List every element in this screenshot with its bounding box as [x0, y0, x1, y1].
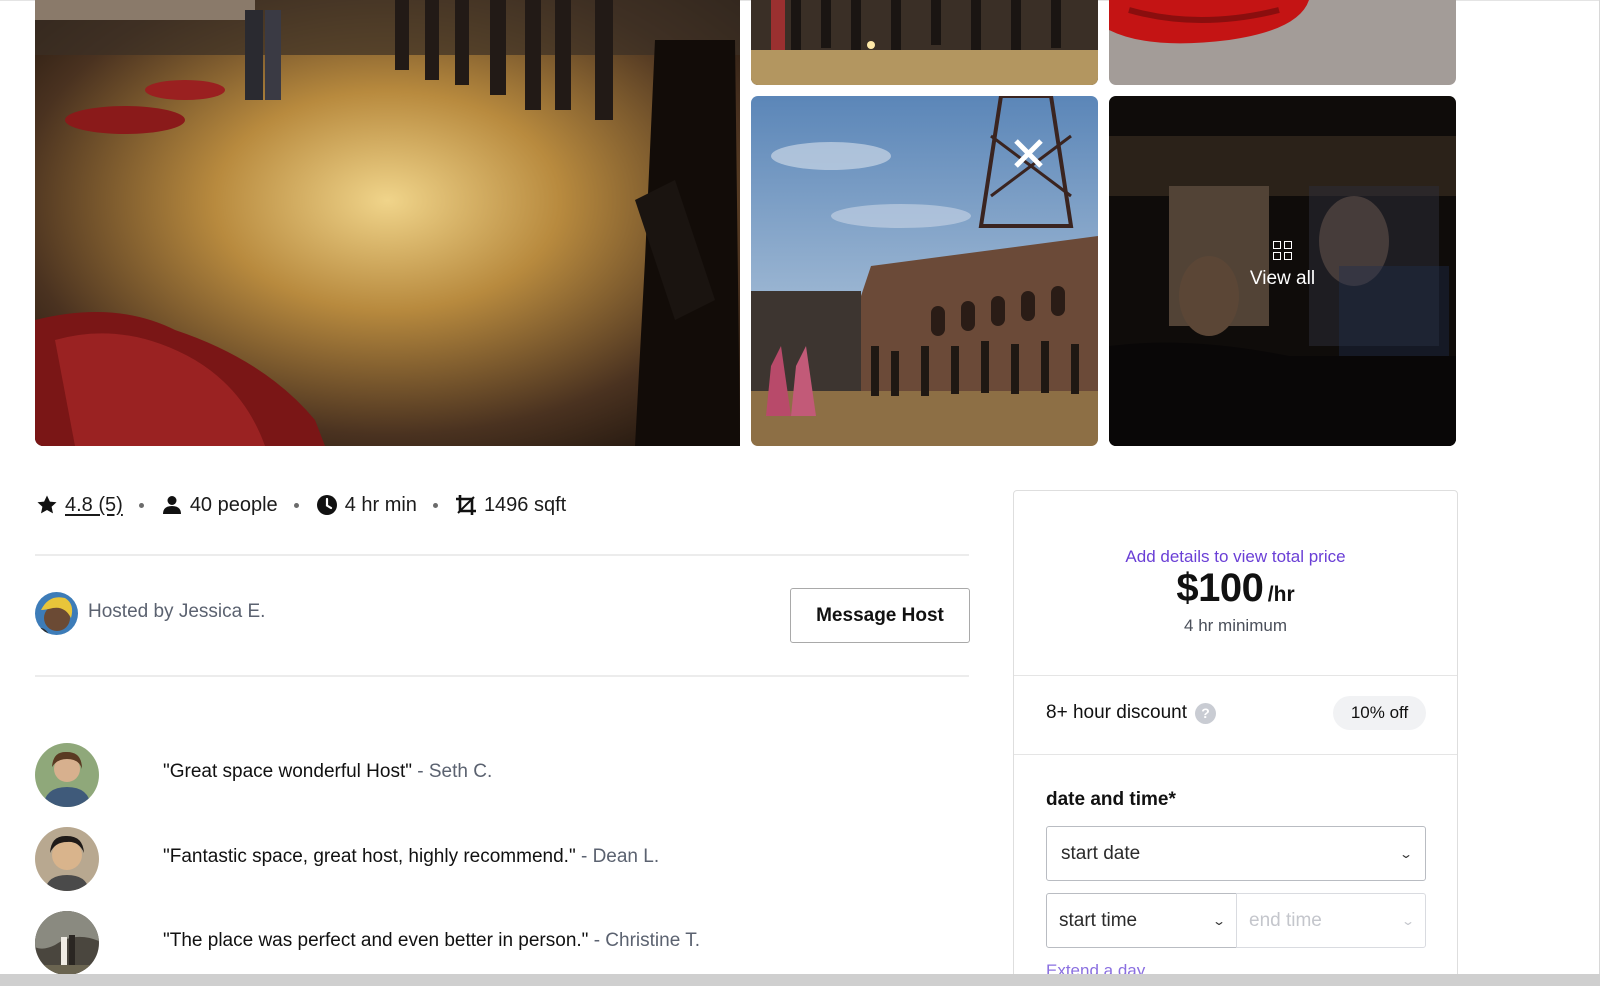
review-item: "Fantastic space, great host, highly rec… — [163, 846, 659, 868]
rating-link[interactable]: 4.8 (5) — [65, 494, 123, 517]
gallery-photo-3[interactable] — [1109, 0, 1456, 85]
capacity-text: 40 people — [189, 493, 278, 516]
discount-badge: 10% off — [1333, 696, 1426, 730]
view-all-label: View all — [1249, 267, 1316, 289]
review-quote: "Great space wonderful Host" — [163, 761, 412, 782]
review-author: - Christine T. — [593, 930, 700, 951]
chevron-down-icon: ⌄ — [1400, 913, 1416, 928]
review-item: "Great space wonderful Host" - Seth C. — [163, 761, 492, 783]
grid-icon — [1273, 240, 1292, 260]
start-time-value: start time — [1059, 909, 1138, 931]
area-text: 1496 sqft — [483, 493, 567, 516]
separator-dot — [138, 502, 144, 508]
start-time-select[interactable]: start time ⌄ — [1046, 893, 1237, 948]
reviewer-avatar — [35, 827, 99, 891]
rating-stat: 4.8 (5) — [35, 493, 123, 517]
reviewer-avatar — [35, 743, 99, 807]
host-avatar[interactable] — [35, 592, 78, 635]
end-time-value: end time — [1249, 909, 1322, 931]
date-time-label: date and time* — [1046, 789, 1176, 810]
hosted-by-text: Hosted by Jessica E. — [88, 601, 266, 622]
end-time-select[interactable]: end time ⌄ — [1236, 893, 1426, 948]
clock-icon — [316, 495, 337, 515]
review-quote: "Fantastic space, great host, highly rec… — [163, 846, 576, 867]
separator-dot — [432, 502, 438, 508]
minimum-note: 4 hr minimum — [1184, 616, 1287, 635]
gallery-photo-4[interactable] — [751, 96, 1098, 446]
start-date-select[interactable]: start date ⌄ — [1046, 826, 1426, 881]
capacity-stat: 40 people — [160, 493, 278, 517]
chevron-down-icon: ⌄ — [1211, 913, 1227, 928]
message-host-button[interactable]: Message Host — [790, 588, 970, 643]
listing-stats: 4.8 (5) 40 people 4 hr min 1496 sqft — [35, 490, 566, 520]
minimum-stat: 4 hr min — [315, 493, 417, 517]
minimum-text: 4 hr min — [344, 493, 417, 516]
card-divider — [1014, 754, 1457, 755]
view-all-overlay[interactable]: View all — [1109, 96, 1456, 446]
discount-row: 8+ hour discount ? — [1046, 702, 1217, 724]
separator-dot — [293, 502, 299, 508]
price-display: $100 /hr — [1013, 566, 1458, 611]
divider — [35, 554, 969, 556]
area-stat: 1496 sqft — [454, 493, 566, 517]
review-author: - Seth C. — [417, 761, 493, 782]
star-icon — [37, 495, 57, 514]
divider — [35, 675, 969, 677]
chevron-down-icon: ⌄ — [1398, 846, 1414, 861]
price-amount: $100 — [1176, 566, 1264, 610]
main-photo[interactable] — [35, 0, 740, 446]
view-all-photos[interactable]: View all — [1109, 96, 1456, 446]
start-date-value: start date — [1061, 842, 1141, 864]
price-unit: /hr — [1267, 583, 1295, 606]
add-details-link[interactable]: Add details to view total price — [1013, 547, 1458, 567]
reviewer-avatar — [35, 911, 99, 975]
review-author: - Dean L. — [580, 846, 660, 867]
person-icon — [162, 496, 181, 514]
bottom-scroll-bar[interactable] — [0, 974, 1600, 986]
help-icon[interactable]: ? — [1195, 702, 1217, 724]
crop-icon — [455, 495, 476, 515]
review-quote: "The place was perfect and even better i… — [163, 930, 589, 951]
review-item: "The place was perfect and even better i… — [163, 930, 700, 952]
card-divider — [1014, 675, 1457, 676]
gallery-photo-2[interactable] — [751, 0, 1098, 85]
discount-label: 8+ hour discount — [1046, 702, 1188, 723]
